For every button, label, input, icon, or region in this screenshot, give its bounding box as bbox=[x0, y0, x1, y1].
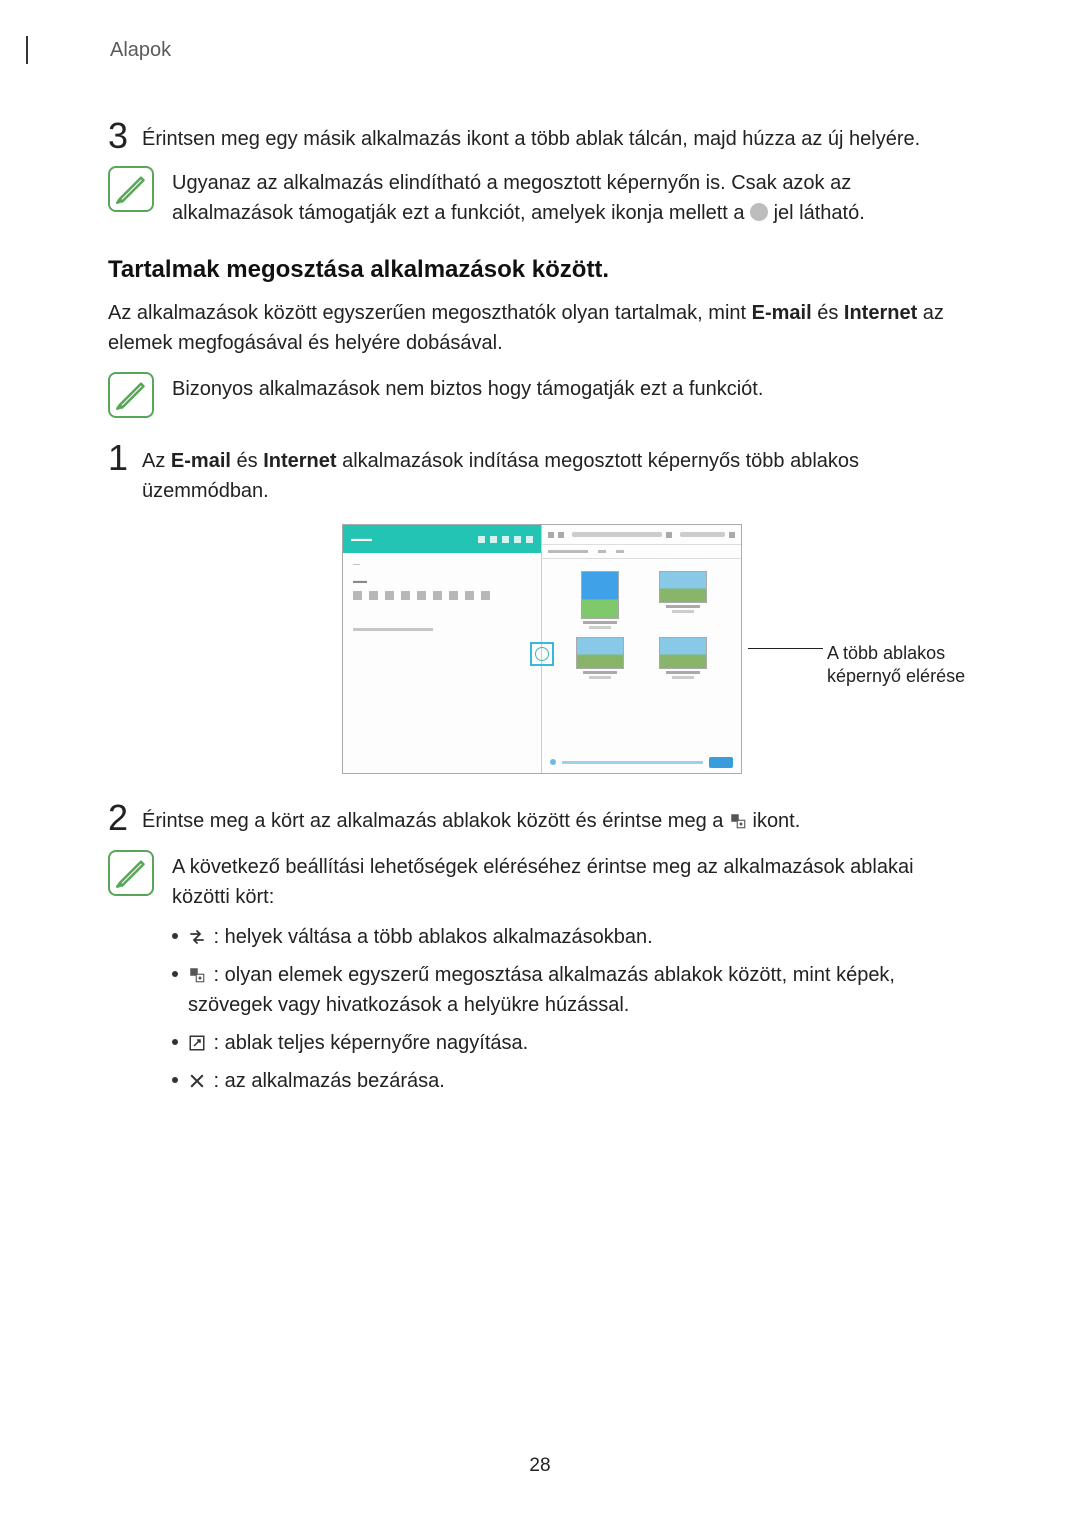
callout-line1: A több ablakos bbox=[827, 642, 987, 665]
heading-share-content: Tartalmak megosztása alkalmazások között… bbox=[108, 256, 976, 284]
note-icon bbox=[108, 372, 154, 418]
step1-mid: és bbox=[231, 450, 263, 472]
step-number: 2 bbox=[108, 800, 142, 836]
intro-b1: E-mail bbox=[752, 302, 812, 324]
section-title: Alapok bbox=[50, 36, 976, 64]
note-text-2: Bizonyos alkalmazások nem biztos hogy tá… bbox=[172, 372, 763, 404]
note1-part2: jel látható. bbox=[774, 202, 865, 224]
drag-content-icon bbox=[188, 966, 206, 984]
step1-b2: Internet bbox=[263, 450, 336, 472]
intro-p1: Az alkalmazások között egyszerűen megosz… bbox=[108, 302, 752, 324]
intro-paragraph: Az alkalmazások között egyszerűen megosz… bbox=[108, 298, 976, 358]
li-text: : ablak teljes képernyőre nagyítása. bbox=[208, 1032, 528, 1054]
note-text-1: Ugyanaz az alkalmazás elindítható a mego… bbox=[172, 166, 976, 228]
step-text: Az E-mail és Internet alkalmazások indít… bbox=[142, 444, 976, 506]
step-text: Érintsen meg egy másik alkalmazás ikont … bbox=[142, 122, 920, 154]
callout: A több ablakos képernyő elérése bbox=[748, 642, 987, 689]
page-number: 28 bbox=[0, 1455, 1080, 1477]
step-number: 1 bbox=[108, 440, 142, 476]
callout-line2: képernyő elérése bbox=[827, 665, 987, 688]
note3-intro: A következő beállítási lehetőségek eléré… bbox=[172, 852, 976, 912]
figure-multiwindow: ▬▬▬ — ▬▬ bbox=[108, 524, 976, 774]
list-item: : olyan elemek egyszerű megosztása alkal… bbox=[172, 960, 976, 1020]
note3-list: : helyek váltása a több ablakos alkalmaz… bbox=[172, 922, 976, 1096]
li-text: : helyek váltása a több ablakos alkalmaz… bbox=[208, 926, 653, 948]
note1-part1: Ugyanaz az alkalmazás elindítható a mego… bbox=[172, 172, 851, 224]
email-pane: ▬▬▬ — ▬▬ bbox=[343, 525, 542, 773]
section-header: Alapok bbox=[26, 36, 976, 64]
multiwindow-handle bbox=[530, 642, 554, 666]
step-2: 2 Érintse meg a kört az alkalmazás ablak… bbox=[108, 804, 976, 836]
internet-pane bbox=[542, 525, 741, 773]
list-item: : ablak teljes képernyőre nagyítása. bbox=[172, 1028, 976, 1058]
maximize-icon bbox=[188, 1034, 206, 1052]
li-text: : az alkalmazás bezárása. bbox=[208, 1070, 445, 1092]
list-item: : helyek váltása a több ablakos alkalmaz… bbox=[172, 922, 976, 952]
note-icon bbox=[108, 850, 154, 896]
note-block-2: Bizonyos alkalmazások nem biztos hogy tá… bbox=[108, 372, 976, 418]
swap-icon bbox=[188, 928, 206, 946]
step-text: Érintse meg a kört az alkalmazás ablakok… bbox=[142, 804, 800, 836]
tablet-screenshot: ▬▬▬ — ▬▬ bbox=[342, 524, 742, 774]
intro-mid: és bbox=[812, 302, 844, 324]
note-icon bbox=[108, 166, 154, 212]
note-text-3: A következő beállítási lehetőségek eléré… bbox=[172, 850, 976, 1104]
step1-b1: E-mail bbox=[171, 450, 231, 472]
multiwindow-badge-icon bbox=[750, 203, 768, 221]
step2-p1: Érintse meg a kört az alkalmazás ablakok… bbox=[142, 810, 729, 832]
close-icon bbox=[188, 1072, 206, 1090]
step-3: 3 Érintsen meg egy másik alkalmazás ikon… bbox=[108, 122, 976, 154]
li-text: : olyan elemek egyszerű megosztása alkal… bbox=[188, 964, 895, 1016]
step-1: 1 Az E-mail és Internet alkalmazások ind… bbox=[108, 444, 976, 506]
step-number: 3 bbox=[108, 118, 142, 154]
step2-p2: ikont. bbox=[747, 810, 800, 832]
list-item: : az alkalmazás bezárása. bbox=[172, 1066, 976, 1096]
note-block-1: Ugyanaz az alkalmazás elindítható a mego… bbox=[108, 166, 976, 228]
step1-p1: Az bbox=[142, 450, 171, 472]
intro-b2: Internet bbox=[844, 302, 917, 324]
note-block-3: A következő beállítási lehetőségek eléré… bbox=[108, 850, 976, 1104]
drag-content-icon bbox=[729, 812, 747, 830]
